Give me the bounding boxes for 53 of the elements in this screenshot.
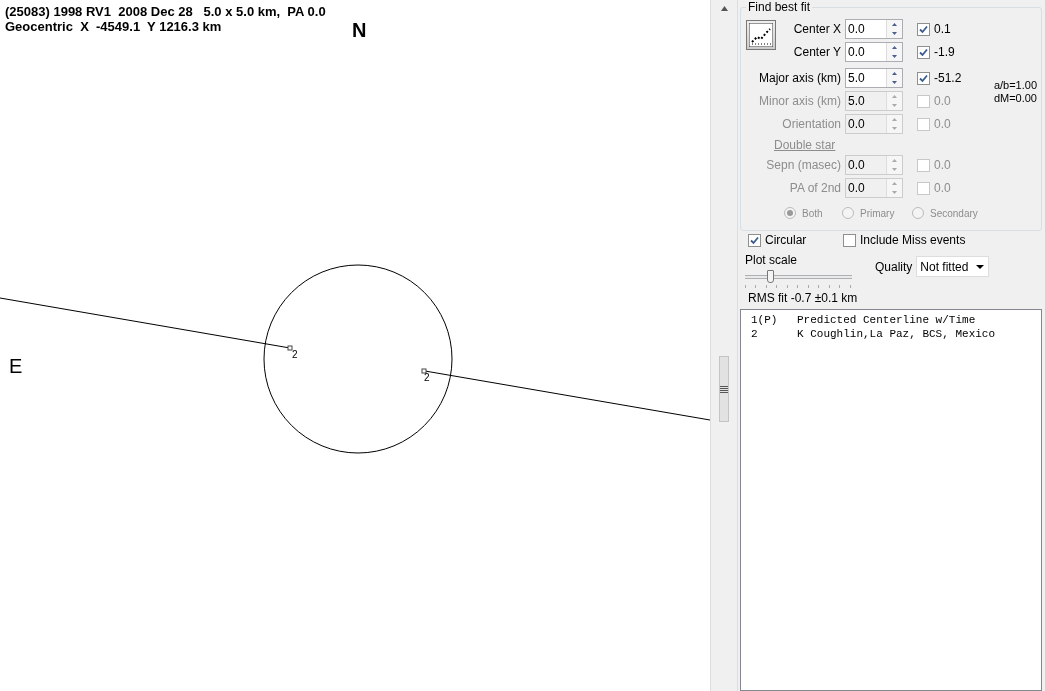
field-label: PA of 2nd bbox=[788, 180, 841, 197]
field-label: Center X bbox=[792, 21, 841, 38]
checkbox[interactable] bbox=[917, 22, 930, 36]
observer-list[interactable]: 1(P) Predicted Centerline w/Time 2 K Coughlin,La Paz, BCS, Mexico bbox=[740, 309, 1042, 691]
radio-label: Both bbox=[802, 206, 823, 221]
checkbox[interactable] bbox=[748, 233, 761, 247]
ratio-text: a/b=1.00 bbox=[993, 79, 1037, 92]
observer-number: 1(P) bbox=[751, 313, 779, 327]
fit-value: 0.0 bbox=[934, 180, 951, 197]
fit-value: 0.0 bbox=[934, 157, 951, 174]
fit-value: 0.0 bbox=[934, 116, 951, 133]
scroll-up-arrow-icon[interactable] bbox=[720, 6, 728, 11]
plot-scale-label: Plot scale bbox=[745, 252, 799, 269]
north-label: N bbox=[352, 19, 367, 41]
chart-icon bbox=[749, 23, 773, 47]
chord-label: 2 bbox=[424, 372, 430, 383]
number-spinner[interactable]: 5.0 bbox=[845, 68, 903, 88]
checkbox[interactable] bbox=[917, 45, 930, 59]
radio-label: Secondary bbox=[930, 206, 978, 221]
observer-name: Predicted Centerline w/Time bbox=[797, 313, 976, 327]
chord-label: 2 bbox=[292, 349, 298, 360]
quality-dropdown[interactable]: Not fitted bbox=[916, 256, 990, 277]
plot-header-text: (25083) 1998 RV1 2008 Dec 28 5.0 x 5.0 km, PA 0.0 bbox=[5, 4, 326, 19]
field-label: Orientation bbox=[781, 116, 841, 133]
group-title: Find best fit bbox=[746, 0, 813, 14]
rms-fit-text: RMS fit -0.7 ±0.1 km bbox=[747, 291, 859, 305]
quality-label: Quality bbox=[875, 258, 913, 276]
fit-value: -51.2 bbox=[934, 70, 962, 87]
plot-header-text: Geocentric X -4549.1 Y 1216.3 km bbox=[5, 19, 222, 34]
chord-end-marker bbox=[287, 345, 293, 351]
observer-name: K Coughlin,La Paz, BCS, Mexico bbox=[797, 327, 996, 341]
splitter-handle[interactable] bbox=[719, 356, 729, 422]
east-label: E bbox=[9, 355, 23, 377]
field-label: Center Y bbox=[792, 44, 841, 61]
observer-number: 2 bbox=[751, 327, 759, 341]
option-label: Include Miss events bbox=[860, 232, 966, 249]
fit-value: 0.0 bbox=[934, 93, 951, 110]
radio-label: Primary bbox=[860, 206, 895, 221]
slider-thumb[interactable] bbox=[767, 270, 774, 283]
option-label: Circular bbox=[765, 232, 807, 249]
chord-end-marker bbox=[421, 368, 427, 374]
field-label: Major axis (km) bbox=[758, 70, 841, 87]
checkbox[interactable] bbox=[843, 233, 856, 247]
number-spinner[interactable]: 0.0 bbox=[845, 42, 903, 62]
field-label: Minor axis (km) bbox=[758, 93, 841, 110]
dropdown-caret-icon bbox=[976, 264, 985, 269]
checkbox[interactable] bbox=[917, 71, 930, 85]
ratio-text: dM=0.00 bbox=[993, 92, 1037, 105]
fit-value: 0.1 bbox=[934, 21, 951, 38]
number-spinner[interactable]: 0.0 bbox=[845, 19, 903, 39]
fit-chart-button[interactable] bbox=[746, 20, 776, 50]
field-label: Sepn (masec) bbox=[765, 157, 841, 174]
fit-value: -1.9 bbox=[934, 44, 955, 61]
